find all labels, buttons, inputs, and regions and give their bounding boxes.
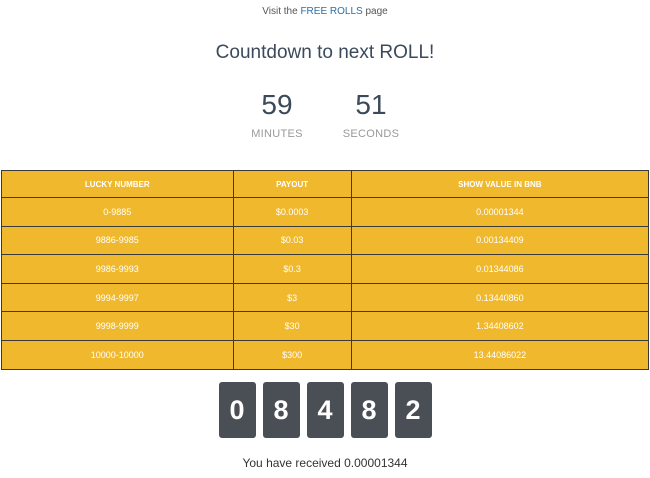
free-rolls-link[interactable]: FREE ROLLS — [300, 6, 362, 17]
bnb-value-cell: 13.44086022 — [350, 339, 650, 370]
roll-digit: 8 — [350, 382, 388, 438]
bnb-value-cell: 0.13440860 — [350, 282, 650, 313]
visit-suffix: page — [365, 6, 388, 17]
roll-result-digits: 0 8 4 8 2 — [0, 382, 650, 438]
bnb-value-cell: 1.34408602 — [350, 311, 650, 341]
table-row: 0-9885 $0.0003 0.00001344 — [1, 197, 650, 227]
lucky-number-cell: 9994-9997 — [1, 282, 234, 313]
lucky-number-cell: 9886-9985 — [1, 225, 234, 256]
minutes-unit: 59 MINUTES — [237, 88, 317, 140]
table-header-row: LUCKY NUMBER PAYOUT SHOW VALUE IN BNB — [1, 170, 650, 198]
roll-digit: 4 — [306, 382, 344, 438]
lucky-number-cell: 10000-10000 — [1, 339, 234, 370]
countdown-timer: 59 MINUTES 51 SECONDS — [0, 88, 650, 148]
payout-cell: $0.0003 — [232, 197, 352, 227]
payout-cell: $300 — [232, 339, 352, 370]
roll-digit: 2 — [394, 382, 432, 438]
header-lucky-number: LUCKY NUMBER — [1, 170, 234, 198]
roll-digit: 0 — [218, 382, 256, 438]
payout-cell: $30 — [232, 311, 352, 341]
bnb-value-cell: 0.00001344 — [350, 197, 650, 227]
payout-cell: $3 — [232, 282, 352, 313]
received-message: You have received 0.00001344 — [242, 456, 408, 470]
bnb-value-cell: 0.00134409 — [350, 225, 650, 256]
lucky-number-cell: 0-9885 — [1, 197, 234, 227]
countdown-title: Countdown to next ROLL! — [215, 42, 435, 63]
payout-table: LUCKY NUMBER PAYOUT SHOW VALUE IN BNB 0-… — [1, 170, 650, 370]
lucky-number-cell: 9986-9993 — [1, 254, 234, 284]
table-row: 10000-10000 $300 13.44086022 — [1, 339, 650, 370]
visit-free-rolls-line: Visit the FREE ROLLS page — [0, 6, 650, 17]
roll-digit: 8 — [262, 382, 300, 438]
header-payout: PAYOUT — [232, 170, 352, 198]
table-row: 9886-9985 $0.03 0.00134409 — [1, 225, 650, 256]
faucet-page: Visit the FREE ROLLS page Countdown to n… — [0, 0, 650, 478]
payout-cell: $0.3 — [232, 254, 352, 284]
bnb-value-cell: 0.01344086 — [350, 254, 650, 284]
header-show-value-bnb[interactable]: SHOW VALUE IN BNB — [350, 170, 650, 198]
payout-cell: $0.03 — [232, 225, 352, 256]
table-row: 9998-9999 $30 1.34408602 — [1, 311, 650, 341]
visit-prefix: Visit the — [262, 6, 298, 17]
seconds-label: SECONDS — [342, 128, 400, 140]
lucky-number-cell: 9998-9999 — [1, 311, 234, 341]
seconds-value: 51 — [355, 89, 387, 120]
table-row: 9994-9997 $3 0.13440860 — [1, 282, 650, 313]
seconds-unit: 51 SECONDS — [331, 88, 411, 140]
table-row: 9986-9993 $0.3 0.01344086 — [1, 254, 650, 284]
minutes-label: MINUTES — [251, 128, 303, 140]
minutes-value: 59 — [261, 89, 293, 120]
